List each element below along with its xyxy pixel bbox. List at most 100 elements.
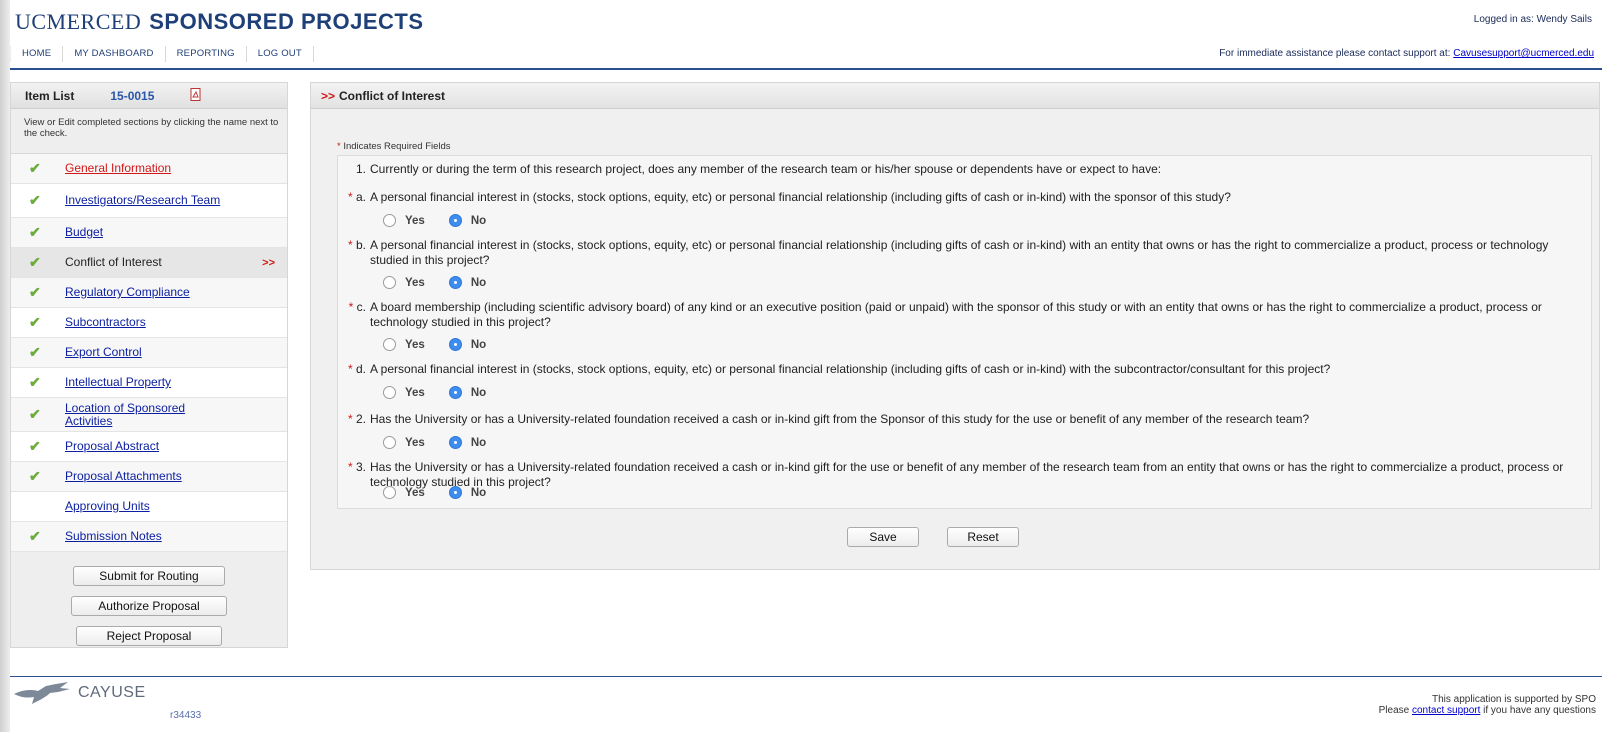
sidebar-item[interactable]: ✔ Submission Notes [11, 522, 287, 552]
question-number: d. [355, 362, 366, 376]
sidebar-item[interactable]: ✔ General Information [11, 154, 287, 184]
radio-unselected-icon[interactable] [383, 214, 396, 227]
authorize-proposal-button[interactable]: Authorize Proposal [71, 596, 227, 616]
sidebar-item-label[interactable]: Intellectual Property [65, 376, 171, 389]
nav-log-out[interactable]: LOG OUT [247, 46, 314, 62]
sidebar-item[interactable]: ✔ Export Control [11, 338, 287, 368]
brand-logo[interactable]: UCMERCED SPONSORED PROJECTS [15, 9, 424, 35]
radio-no[interactable]: No [448, 386, 486, 399]
radio-yes[interactable]: Yes [383, 338, 425, 351]
questions-box: 1. Currently or during the term of this r… [337, 155, 1592, 509]
pdf-icon[interactable] [190, 87, 202, 104]
radio-label: No [470, 276, 487, 289]
sidebar-item[interactable]: Approving Units [11, 492, 287, 522]
radio-yes[interactable]: Yes [383, 214, 425, 227]
checkmark-icon: ✔ [29, 344, 41, 360]
sidebar-item-label[interactable]: Submission Notes [65, 530, 162, 543]
checkmark-icon: ✔ [29, 406, 41, 422]
yes-no-radio-group: Yes No [383, 338, 510, 351]
question-number: a. [355, 190, 366, 204]
radio-selected-icon[interactable] [448, 486, 462, 499]
sidebar-item[interactable]: ✔ Subcontractors [11, 308, 287, 338]
footer-divider [10, 676, 1602, 677]
sidebar-item[interactable]: ✔ Intellectual Property [11, 368, 287, 398]
checkmark-icon: ✔ [29, 224, 41, 240]
submit-for-routing-button[interactable]: Submit for Routing [73, 566, 225, 586]
yes-no-radio-group: Yes No [383, 436, 510, 449]
sidebar-item-label[interactable]: Regulatory Compliance [65, 286, 190, 299]
radio-no[interactable]: No [448, 486, 486, 499]
sidebar-item-label[interactable]: Export Control [65, 346, 142, 359]
radio-unselected-icon[interactable] [383, 276, 396, 289]
radio-selected-icon[interactable] [448, 276, 462, 289]
yes-no-radio-group: Yes No [383, 276, 510, 289]
checkmark-icon: ✔ [29, 468, 41, 484]
sidebar-item-label[interactable]: Approving Units [65, 500, 150, 513]
required-star: * [347, 460, 353, 474]
radio-selected-icon[interactable] [448, 338, 462, 351]
assistance-text: For immediate assistance please contact … [1219, 48, 1594, 59]
sidebar-item-label[interactable]: Proposal Abstract [65, 440, 159, 453]
radio-no[interactable]: No [448, 338, 486, 351]
radio-no[interactable]: No [448, 276, 487, 289]
contact-support-link[interactable]: contact support [1412, 705, 1480, 716]
radio-label: Yes [405, 276, 425, 289]
radio-yes[interactable]: Yes [383, 386, 425, 399]
sidebar-item[interactable]: ✔ Regulatory Compliance [11, 278, 287, 308]
sidebar-item-label[interactable]: Budget [65, 226, 103, 239]
current-section-arrow: >> [262, 256, 275, 269]
save-button[interactable]: Save [847, 527, 919, 547]
sidebar-item[interactable]: ✔ Investigators/Research Team [11, 184, 287, 218]
top-nav: HOME MY DASHBOARD REPORTING LOG OUT [10, 46, 314, 62]
reject-proposal-button[interactable]: Reject Proposal [76, 626, 222, 646]
sidebar-item-label[interactable]: Subcontractors [65, 316, 146, 329]
sidebar-item[interactable]: ✔ Location of Sponsored Activities [11, 398, 287, 432]
sidebar-item-label[interactable]: General Information [65, 162, 171, 175]
question-label: * c. [338, 300, 366, 315]
nav-reporting[interactable]: REPORTING [166, 46, 247, 62]
question-text: Currently or during the term of this res… [370, 162, 1162, 176]
yes-no-radio-group: Yes No [383, 386, 510, 399]
question-text: A personal financial interest in (stocks… [370, 238, 1549, 267]
checkmark-icon: ✔ [29, 528, 41, 544]
radio-label: Yes [405, 436, 425, 449]
radio-selected-icon[interactable] [448, 214, 462, 227]
radio-yes[interactable]: Yes [383, 436, 425, 449]
question-label: * 2. [338, 412, 366, 427]
radio-selected-icon[interactable] [448, 436, 462, 449]
question-number: 1. [355, 162, 366, 176]
sidebar-item-label[interactable]: Conflict of Interest [65, 256, 162, 269]
radio-selected-icon[interactable] [448, 386, 462, 399]
reset-button[interactable]: Reset [947, 527, 1019, 547]
question-text: Has the University or has a University-r… [370, 460, 1564, 489]
nav-my-dashboard[interactable]: MY DASHBOARD [63, 46, 166, 62]
required-star: * [337, 141, 341, 152]
radio-no[interactable]: No [448, 214, 486, 227]
radio-yes[interactable]: Yes [383, 276, 425, 289]
sidebar-item-label[interactable]: Investigators/Research Team [65, 194, 220, 207]
radio-unselected-icon[interactable] [383, 338, 396, 351]
sidebar-item[interactable]: ✔ Conflict of Interest >> [11, 248, 287, 278]
checkmark-icon: ✔ [29, 160, 41, 176]
panel-title-arrow: >> [321, 88, 336, 103]
radio-no[interactable]: No [448, 436, 486, 449]
panel-title: Conflict of Interest [339, 88, 446, 103]
required-star: * [347, 362, 353, 376]
sidebar-item[interactable]: ✔ Proposal Attachments [11, 462, 287, 492]
sidebar-item-label[interactable]: Location of Sponsored Activities [65, 401, 235, 428]
sidebar-item[interactable]: ✔ Proposal Abstract [11, 432, 287, 462]
assist-label: For immediate assistance please contact … [1219, 48, 1454, 59]
question-number: b. [355, 238, 366, 252]
radio-unselected-icon[interactable] [383, 436, 396, 449]
radio-yes[interactable]: Yes [383, 486, 425, 499]
conflict-of-interest-panel: >> Conflict of Interest * Indicates Requ… [310, 82, 1600, 570]
question-number: 2. [355, 412, 366, 426]
proposal-actions: Submit for Routing Authorize Proposal Re… [11, 552, 287, 656]
sidebar-item[interactable]: ✔ Budget [11, 218, 287, 248]
support-email-link[interactable]: Cavusesupport@ucmerced.edu [1453, 48, 1594, 59]
sidebar-item-label[interactable]: Proposal Attachments [65, 470, 182, 483]
required-star: * [348, 300, 354, 314]
radio-unselected-icon[interactable] [383, 386, 396, 399]
nav-home[interactable]: HOME [10, 46, 64, 62]
radio-unselected-icon[interactable] [383, 486, 396, 499]
